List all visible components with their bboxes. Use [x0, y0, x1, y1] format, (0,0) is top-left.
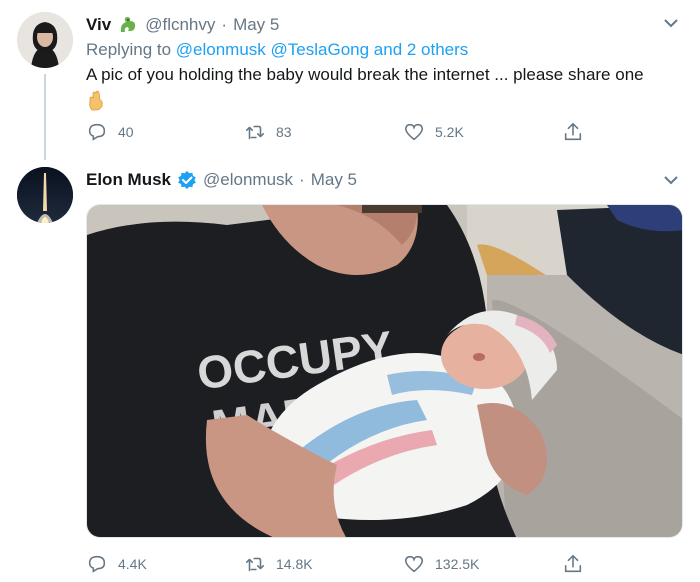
reply-icon	[88, 555, 106, 573]
reply-count: 4.4K	[118, 556, 147, 572]
elon-avatar[interactable]	[17, 167, 73, 223]
author-name[interactable]: Elon Musk	[86, 170, 171, 190]
tweet-date[interactable]: May 5	[233, 15, 279, 35]
chevron-down-icon[interactable]	[662, 14, 680, 32]
share-icon	[564, 122, 582, 141]
heart-icon	[404, 555, 424, 573]
viv-avatar[interactable]	[17, 12, 73, 68]
reply-icon	[88, 123, 106, 141]
main-tweet-actions: 4.4K 14.8K 132.5K	[86, 553, 606, 577]
tweet-text: A pic of you holding the baby would brea…	[86, 63, 686, 111]
reply-button[interactable]: 4.4K	[86, 553, 147, 575]
retweet-icon	[245, 125, 265, 140]
photo-man-holding-baby: OCCUPY MARS	[87, 205, 682, 537]
main-tweet-header: Elon Musk @elonmusk · May 5	[86, 170, 357, 190]
mention-elonmusk-link[interactable]: @elonmusk	[176, 40, 266, 59]
retweet-button[interactable]: 83	[244, 121, 292, 143]
retweet-count: 83	[276, 124, 292, 140]
reply-button[interactable]: 40	[86, 121, 134, 143]
like-button[interactable]: 5.2K	[403, 121, 464, 143]
author-handle[interactable]: @elonmusk	[203, 170, 293, 190]
separator-dot: ·	[299, 170, 305, 189]
replying-and: and	[369, 40, 407, 59]
tweet-text-content: A pic of you holding the baby would brea…	[86, 65, 644, 84]
verified-badge-icon	[177, 170, 197, 190]
dragon-emoji-icon	[117, 14, 139, 36]
like-count: 5.2K	[435, 124, 464, 140]
share-button[interactable]	[562, 121, 594, 143]
reply-tweet[interactable]: Viv @flcnhvy · May 5 Replying to @elonmu…	[0, 0, 700, 160]
like-count: 132.5K	[435, 556, 480, 572]
retweet-count: 14.8K	[276, 556, 313, 572]
others-link[interactable]: 2 others	[407, 40, 468, 59]
retweet-button[interactable]: 14.8K	[244, 553, 313, 575]
replying-prefix: Replying to	[86, 40, 176, 59]
tweet-date[interactable]: May 5	[311, 170, 357, 190]
tweet-photo[interactable]: OCCUPY MARS	[86, 204, 683, 538]
heart-icon	[404, 123, 424, 141]
share-icon	[564, 554, 582, 573]
viv-avatar-image	[17, 12, 73, 68]
separator-dot: ·	[221, 15, 228, 34]
reply-tweet-actions: 40 83 5.2K	[86, 121, 606, 145]
rocket-launch-avatar-image	[17, 167, 73, 223]
main-tweet[interactable]: Elon Musk @elonmusk · May 5 OCCUPY 4.4K …	[0, 160, 700, 582]
reply-tweet-header: Viv @flcnhvy · May 5	[86, 14, 279, 36]
replying-to: Replying to @elonmusk @TeslaGong and 2 o…	[86, 40, 468, 60]
author-handle[interactable]: @flcnhvy	[145, 15, 215, 35]
reply-count: 40	[118, 124, 134, 140]
like-button[interactable]: 132.5K	[403, 553, 479, 575]
crossed-fingers-icon	[86, 89, 106, 111]
chevron-down-icon[interactable]	[662, 171, 680, 189]
mention-teslagong-link[interactable]: @TeslaGong	[271, 40, 370, 59]
share-button[interactable]	[562, 553, 594, 575]
retweet-icon	[245, 557, 265, 572]
author-name[interactable]: Viv	[86, 15, 111, 35]
